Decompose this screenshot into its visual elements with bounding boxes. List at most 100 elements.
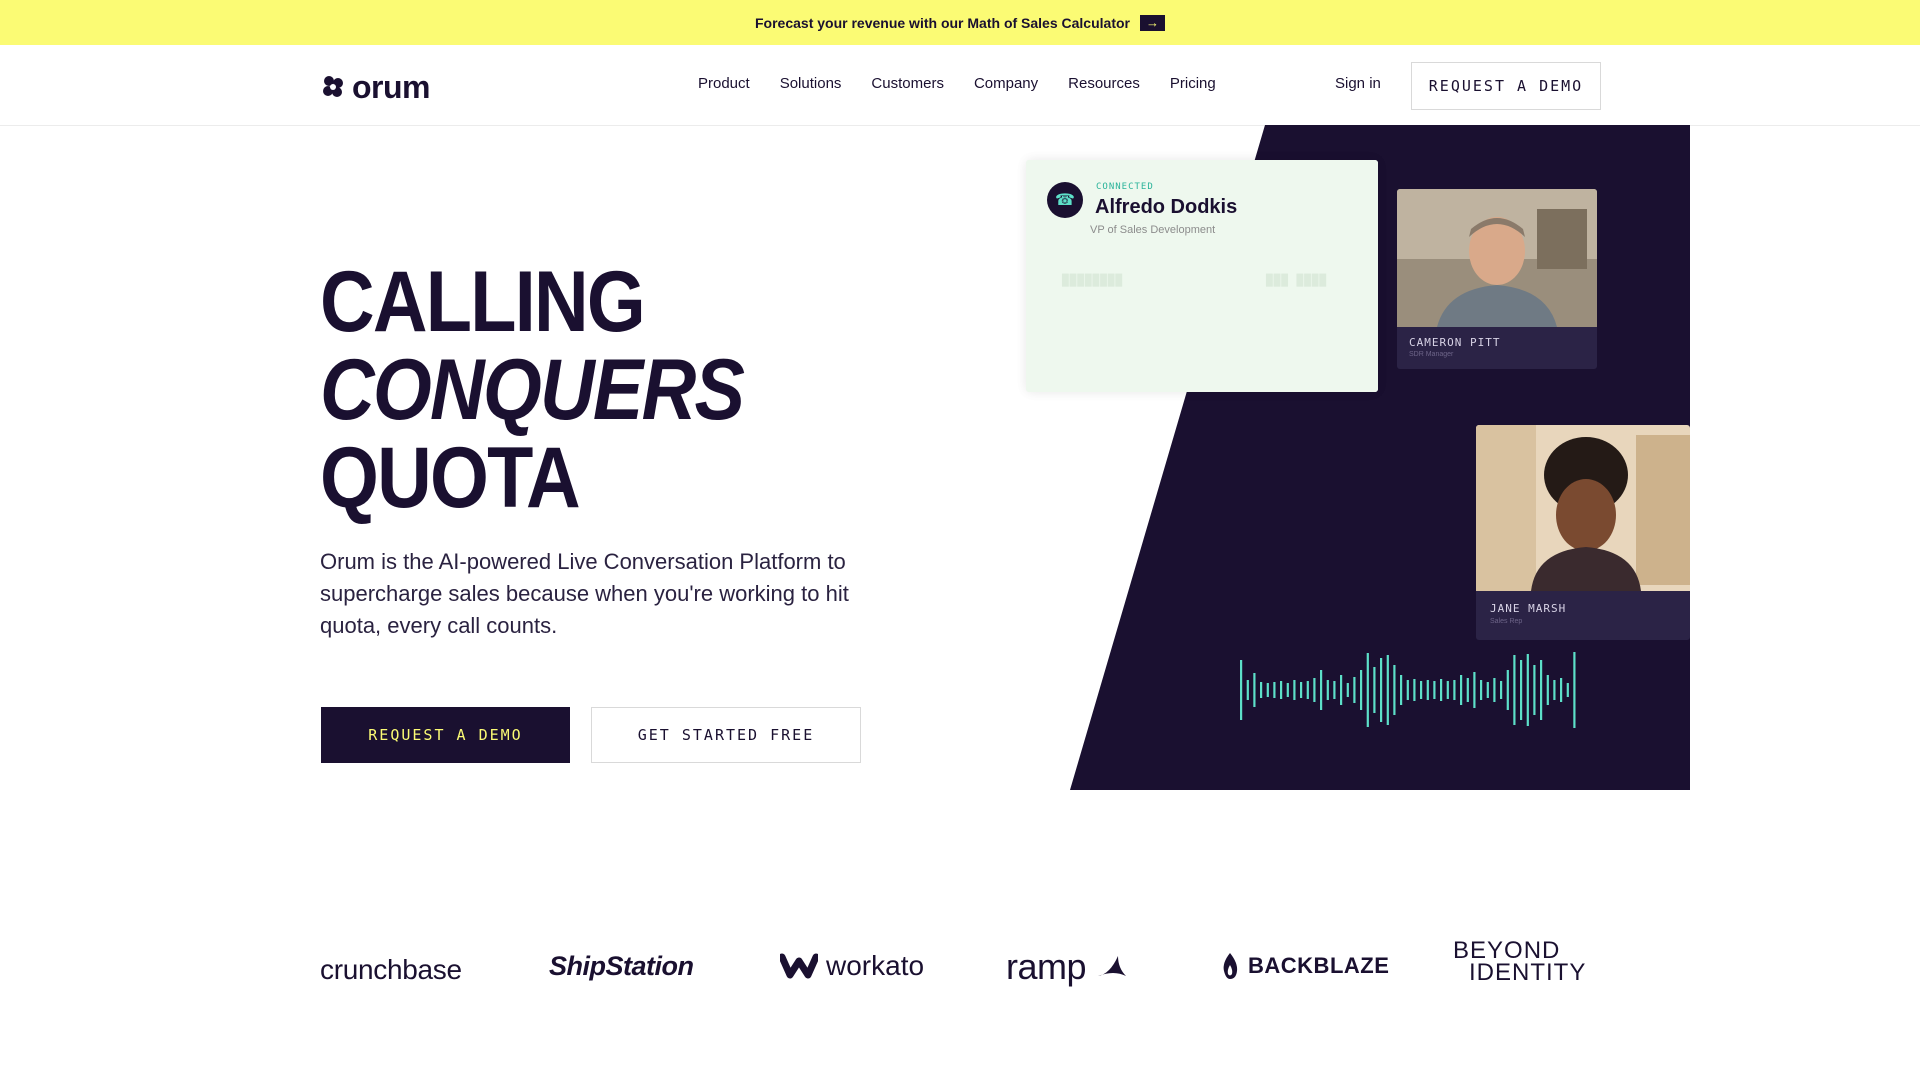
waveform-bar <box>1360 670 1363 710</box>
participant-card-cameron: CAMERON PITT SDR Manager <box>1397 189 1597 369</box>
waveform-bar <box>1326 680 1329 700</box>
backblaze-logo: BACKBLAZE <box>1220 951 1389 981</box>
nav-link-customers[interactable]: Customers <box>871 75 944 92</box>
caller-name: Alfredo Dodkis <box>1095 196 1238 218</box>
waveform-bar <box>1566 683 1569 697</box>
waveform-bar <box>1320 670 1323 710</box>
waveform-bar <box>1480 680 1483 700</box>
waveform-bar <box>1286 683 1289 697</box>
identity-wordmark: IDENTITY <box>1469 959 1587 986</box>
nav-link-company[interactable]: Company <box>974 75 1038 92</box>
hero-request-demo-button[interactable]: REQUEST A DEMO <box>321 707 570 763</box>
waveform-bar <box>1333 681 1336 699</box>
nav-link-pricing[interactable]: Pricing <box>1170 75 1216 92</box>
participant-name: CAMERON PITT <box>1409 336 1501 349</box>
crunchbase-logo: crunchbase <box>320 954 462 985</box>
nav-links: Product Solutions Customers Company Reso… <box>698 75 1216 92</box>
call-status: CONNECTED <box>1096 182 1154 192</box>
waveform-bar <box>1293 680 1296 700</box>
ramp-logo: ramp <box>1006 946 1128 988</box>
waveform-bar <box>1393 665 1396 715</box>
waveform-bar <box>1440 679 1443 701</box>
hero-subtext: Orum is the AI-powered Live Conversation… <box>320 549 849 638</box>
waveform-bar <box>1366 653 1369 727</box>
waveform-bar <box>1460 675 1463 705</box>
participant-card-jane: JANE MARSH Sales Rep <box>1476 425 1690 640</box>
shipstation-logo: ShipStation <box>549 951 694 981</box>
waveform-bar <box>1526 654 1529 726</box>
workato-logo: workato <box>780 950 924 982</box>
waveform-bar <box>1280 681 1283 699</box>
arrow-right-icon[interactable]: → <box>1139 14 1165 31</box>
waveform-bar <box>1373 667 1376 713</box>
waveform-bar <box>1406 680 1409 700</box>
announcement-bar[interactable]: Forecast your revenue with our Math of S… <box>0 0 1920 45</box>
waveform-bar <box>1493 678 1496 702</box>
orum-logo[interactable]: orum <box>320 69 431 105</box>
waveform-bar <box>1473 672 1476 708</box>
backblaze-wordmark: BACKBLAZE <box>1248 953 1390 978</box>
get-started-free-button[interactable]: GET STARTED FREE <box>591 707 861 763</box>
waveform-bar <box>1260 682 1263 698</box>
waveform-bar <box>1466 678 1469 702</box>
waveform-bar <box>1453 680 1456 700</box>
participant-photo <box>1397 189 1597 327</box>
phone-icon: ☎ <box>1047 182 1083 218</box>
headline-line-3: QUOTA <box>320 430 581 526</box>
beyond-identity-logo: BEYOND IDENTITY <box>1453 939 1587 986</box>
waveform-bar <box>1520 660 1523 720</box>
waveform-bar <box>1253 673 1256 707</box>
ramp-swoosh-icon <box>1098 956 1127 976</box>
waveform-bar <box>1266 683 1269 697</box>
backblaze-flame-icon <box>1223 953 1238 979</box>
nav-request-demo-button[interactable]: REQUEST A DEMO <box>1411 62 1601 110</box>
sign-in-link[interactable]: Sign in <box>1335 75 1381 92</box>
waveform-bar <box>1506 670 1509 710</box>
waveform-bar <box>1273 682 1276 698</box>
headline-line-2: CONQUERS <box>320 342 745 438</box>
participant-role: Sales Rep <box>1490 618 1523 625</box>
brand-name: orum <box>352 69 431 105</box>
orum-flower-icon <box>323 76 343 97</box>
waveform-bar <box>1513 655 1516 725</box>
workato-w-icon <box>780 953 818 979</box>
workato-wordmark: workato <box>826 950 925 981</box>
waveform-bar <box>1246 680 1249 700</box>
nav-link-solutions[interactable]: Solutions <box>780 75 842 92</box>
waveform-bar <box>1400 675 1403 705</box>
caller-title: VP of Sales Development <box>1090 224 1216 236</box>
participant-photo <box>1476 425 1690 591</box>
waveform-bar <box>1500 681 1503 699</box>
main-nav: orum Product Solutions Customers Company… <box>0 45 1920 126</box>
participant-role: SDR Manager <box>1409 351 1454 358</box>
waveform-bar <box>1353 677 1356 703</box>
waveform-bar <box>1433 681 1436 699</box>
waveform-bar <box>1313 678 1316 702</box>
waveform-bar <box>1420 681 1423 699</box>
announcement-text[interactable]: Forecast your revenue with our Math of S… <box>755 15 1130 31</box>
waveform-bar <box>1553 680 1556 700</box>
faded-detail-left: ████████ <box>1062 274 1123 287</box>
waveform-bar <box>1386 655 1389 725</box>
faded-detail-right: ███ ████ <box>1266 274 1327 287</box>
headline-line-1: CALLING <box>320 254 646 350</box>
waveform-bar <box>1426 680 1429 700</box>
waveform-bar <box>1340 675 1343 705</box>
nav-link-product[interactable]: Product <box>698 75 750 92</box>
waveform-bar <box>1573 652 1576 728</box>
waveform-bar <box>1486 682 1489 698</box>
waveform-bar <box>1346 683 1349 697</box>
waveform-bar <box>1533 665 1536 715</box>
waveform-bar <box>1300 682 1303 698</box>
waveform-bar <box>1546 675 1549 705</box>
waveform-bar <box>1560 678 1563 702</box>
nav-link-resources[interactable]: Resources <box>1068 75 1140 92</box>
audio-waveform <box>1240 652 1576 728</box>
waveform-bar <box>1540 660 1543 720</box>
waveform-bar <box>1380 658 1383 722</box>
waveform-bar <box>1446 681 1449 699</box>
ramp-wordmark: ramp <box>1006 946 1087 987</box>
waveform-bar <box>1240 660 1243 720</box>
waveform-bar <box>1306 681 1309 699</box>
participant-name: JANE MARSH <box>1490 602 1567 615</box>
